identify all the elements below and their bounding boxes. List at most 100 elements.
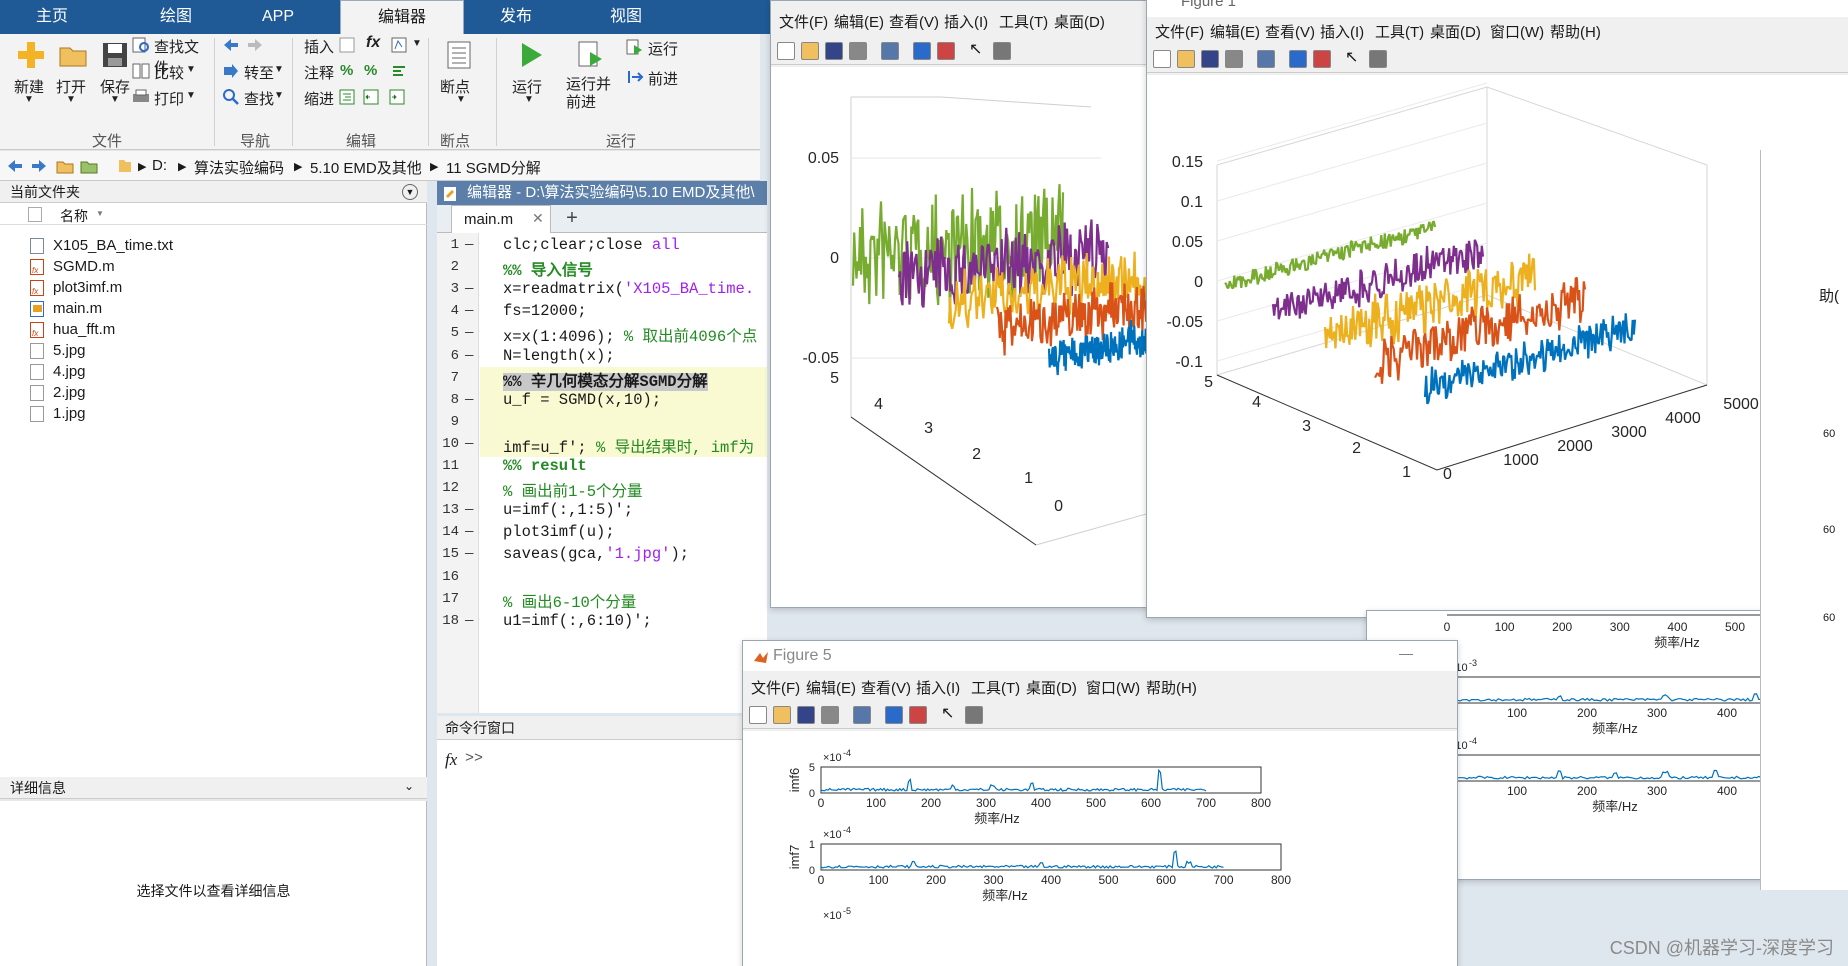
breadcrumb-item[interactable]: D: xyxy=(152,157,167,174)
breadcrumb-item[interactable]: 5.10 EMD及其他 xyxy=(310,157,422,178)
comment-button[interactable]: 注释 xyxy=(304,62,334,83)
command-window[interactable]: fx >> xyxy=(437,740,767,966)
breakpoint-marker[interactable]: — xyxy=(465,348,473,364)
code-line[interactable]: N=length(x); xyxy=(503,347,615,365)
tab-2[interactable]: APP xyxy=(236,0,320,34)
print-icon[interactable] xyxy=(1225,50,1243,68)
figure-menu-item[interactable]: 窗口(W) xyxy=(1490,21,1544,42)
wrap-comments-icon[interactable] xyxy=(390,62,408,80)
figure-menu-item[interactable]: 插入(I) xyxy=(1320,21,1364,42)
figure-menu-item[interactable]: 文件(F) xyxy=(1155,21,1204,42)
figure-menu-item[interactable]: 桌面(D) xyxy=(1430,21,1481,42)
tab-5[interactable]: 视图 xyxy=(574,0,678,34)
panel-actions-icon[interactable]: ▼ xyxy=(402,184,418,200)
legend-icon[interactable] xyxy=(909,706,927,724)
figure-menu-item[interactable]: 工具(T) xyxy=(1375,21,1424,42)
decrease-indent-icon[interactable] xyxy=(362,88,380,106)
new-figure-icon[interactable] xyxy=(749,706,767,724)
colorbar-icon[interactable] xyxy=(1289,50,1307,68)
tab-1[interactable]: 绘图 xyxy=(124,0,228,34)
breakpoint-marker[interactable]: — xyxy=(465,325,473,341)
code-line[interactable]: % 画出前1-5个分量 xyxy=(503,479,643,501)
code-line[interactable]: u_f = SGMD(x,10); xyxy=(503,391,661,409)
breakpoint-marker[interactable]: — xyxy=(465,524,473,540)
breakpoint-marker[interactable]: — xyxy=(465,436,473,452)
colorbar-icon[interactable] xyxy=(913,42,931,60)
code-line[interactable]: fs=12000; xyxy=(503,302,587,320)
figure-menu-item[interactable]: 插入(I) xyxy=(916,677,960,698)
code-line[interactable]: u=imf(:,1:5)'; xyxy=(503,501,633,519)
property-editor-icon[interactable] xyxy=(1369,50,1387,68)
breakpoint-marker[interactable]: — xyxy=(465,392,473,408)
add-tab-icon[interactable]: + xyxy=(559,207,585,231)
figure-menu-item[interactable]: 工具(T) xyxy=(971,677,1020,698)
open-file-icon[interactable] xyxy=(773,706,791,724)
figure-menu-item[interactable]: 窗口(W) xyxy=(1086,677,1140,698)
run-button[interactable]: 运行 ▼ xyxy=(506,40,556,124)
up-folder-icon[interactable] xyxy=(56,157,74,175)
code-editor[interactable]: 1 — 2 3 — 4 — 5 — 6 — 7 8 — 9 10 — 11 12 13 — 14 — 15 — 16 17 18 — c… xyxy=(437,233,767,713)
figure-menu-item[interactable]: 帮助(H) xyxy=(1146,677,1197,698)
breakpoint-marker[interactable]: — xyxy=(465,613,473,629)
figure-menu-item[interactable]: 编辑(E) xyxy=(806,677,856,698)
link-icon[interactable] xyxy=(853,706,871,724)
figure-menu-item[interactable]: 编辑(E) xyxy=(1210,21,1260,42)
forward-arrow-icon[interactable] xyxy=(246,36,264,54)
new-figure-icon[interactable] xyxy=(1153,50,1171,68)
figure-menu-item[interactable]: 桌面(D) xyxy=(1054,11,1105,32)
code-line[interactable]: % 画出6-10个分量 xyxy=(503,590,636,612)
find-button[interactable]: 查找 ▼ xyxy=(222,86,286,108)
advance-button[interactable]: 前进 xyxy=(626,66,706,88)
pointer-icon[interactable]: ↖ xyxy=(941,706,959,724)
open-file-icon[interactable] xyxy=(1177,50,1195,68)
link-icon[interactable] xyxy=(1257,50,1275,68)
breakpoint-marker[interactable]: — xyxy=(465,502,473,518)
legend-icon[interactable] xyxy=(937,42,955,60)
compare-button[interactable]: 比较 ▼ xyxy=(132,60,202,82)
code-line[interactable]: %% 导入信号 xyxy=(503,258,593,280)
figure-menu-item[interactable]: 查看(V) xyxy=(889,11,939,32)
code-line[interactable]: clc;clear;close all xyxy=(503,236,680,254)
browse-folder-icon[interactable] xyxy=(80,157,98,175)
increase-indent-icon[interactable] xyxy=(388,88,406,106)
tab-0[interactable]: 主页 xyxy=(0,0,104,34)
figure-window-1[interactable]: Figure 1 文件(F) 编辑(E) 查看(V) 插入(I) 工具(T) 桌面(D) 窗… xyxy=(1146,0,1848,618)
code-line[interactable]: %% 辛几何模态分解SGMD分解 xyxy=(503,369,708,391)
figure-menu-item[interactable]: 编辑(E) xyxy=(834,11,884,32)
breadcrumb-item[interactable]: 11 SGMD分解 xyxy=(446,157,541,178)
code-line[interactable]: %% result xyxy=(503,457,587,475)
close-icon[interactable]: ✕ xyxy=(532,210,544,227)
save-icon[interactable] xyxy=(797,706,815,724)
goto-button[interactable]: 转至 ▼ xyxy=(222,60,286,82)
find-files-button[interactable]: 查找文件 xyxy=(132,34,212,77)
uncomment-icon[interactable]: % xyxy=(364,62,377,79)
figure-menu-item[interactable]: 工具(T) xyxy=(999,11,1048,32)
tab-main-m[interactable]: main.m ✕ xyxy=(451,205,551,233)
minimize-icon[interactable]: — xyxy=(1399,645,1413,661)
chevron-down-icon[interactable]: ▼ xyxy=(412,38,422,49)
figure-window-left[interactable]: 文件(F) 编辑(E) 查看(V) 插入(I) 工具(T) 桌面(D) ↖ 0.05 0 -0… xyxy=(770,0,1170,608)
pointer-icon[interactable]: ↖ xyxy=(1345,50,1363,68)
code-line[interactable]: x=readmatrix('X105_BA_time. xyxy=(503,280,754,298)
breakpoint-marker[interactable]: — xyxy=(465,303,473,319)
insert-button[interactable]: 插入 xyxy=(304,36,334,57)
back-arrow-icon[interactable] xyxy=(222,36,240,54)
colorbar-icon[interactable] xyxy=(885,706,903,724)
code-line[interactable]: x=x(1:4096); % 取出前4096个点 xyxy=(503,324,757,346)
breakpoint-marker[interactable]: — xyxy=(465,237,473,253)
code-line[interactable]: plot3imf(u); xyxy=(503,523,615,541)
breakpoints-button[interactable]: 断点 ▼ xyxy=(436,40,486,124)
forward-arrow-icon[interactable] xyxy=(30,157,48,175)
print-icon[interactable] xyxy=(849,42,867,60)
legend-icon[interactable] xyxy=(1313,50,1331,68)
run-section-button[interactable]: 运行 xyxy=(626,36,706,58)
print-button[interactable]: 打印 ▼ xyxy=(132,86,202,108)
insert-function-icon[interactable] xyxy=(390,36,408,54)
open-file-icon[interactable] xyxy=(801,42,819,60)
fx-icon[interactable]: fx xyxy=(445,750,457,770)
code-line[interactable]: saveas(gca,'1.jpg'); xyxy=(503,545,689,563)
fx-icon[interactable]: fx xyxy=(366,34,380,52)
indent-button[interactable]: 缩进 xyxy=(304,88,334,109)
chevron-down-icon[interactable]: ⌄ xyxy=(404,779,414,793)
figure-window-5[interactable]: Figure 5 — 文件(F) 编辑(E) 查看(V) 插入(I) 工具(T) 桌面(D… xyxy=(742,640,1458,966)
